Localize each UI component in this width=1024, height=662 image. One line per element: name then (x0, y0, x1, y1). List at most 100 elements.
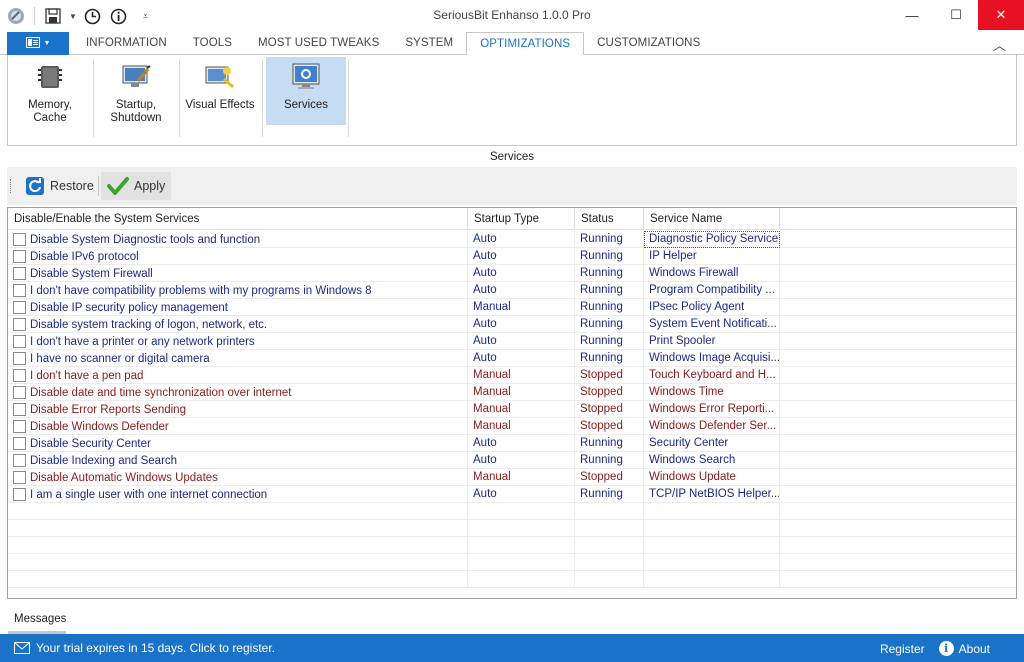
messages-tab[interactable]: Messages (8, 610, 68, 634)
table-row[interactable]: Disable System Firewall Auto Running Window… (8, 265, 1016, 282)
service-description-cell: I have no scanner or digital camera (8, 350, 468, 367)
status-cell: Running (575, 333, 644, 350)
about-link[interactable]: i About (938, 641, 990, 656)
envelope-icon (14, 642, 30, 654)
service-description-cell: I don't have compatibility problems with… (8, 282, 468, 299)
service-checkbox[interactable] (13, 403, 26, 416)
table-row[interactable]: I don't have compatibility problems with… (8, 282, 1016, 299)
service-description-cell: Disable Windows Defender (8, 418, 468, 435)
column-header-service-name[interactable]: Service Name (644, 208, 780, 230)
status-cell: Running (575, 248, 644, 265)
table-row[interactable]: Disable IP security policy management Man… (8, 299, 1016, 316)
service-checkbox[interactable] (13, 369, 26, 382)
service-checkbox[interactable] (13, 488, 26, 501)
status-cell (575, 503, 644, 520)
visual-effects-icon (205, 66, 234, 89)
table-row[interactable]: I am a single user with one internet con… (8, 486, 1016, 503)
table-row[interactable]: Disable Error Reports Sending Manual Stopp… (8, 401, 1016, 418)
status-cell: Running (575, 435, 644, 452)
service-checkbox[interactable] (13, 301, 26, 314)
service-description-text: Disable System Diagnostic tools and func… (30, 233, 261, 246)
tab-information[interactable]: INFORMATION (73, 32, 180, 55)
ribbon-separator (348, 59, 349, 137)
chevron-down-icon: ▼ (43, 40, 51, 47)
startup-type-cell (468, 520, 575, 537)
apply-label: Apply (134, 179, 166, 193)
service-description-cell (8, 571, 468, 588)
register-link[interactable]: Register (880, 642, 925, 656)
table-row[interactable]: I have no scanner or digital camera Auto R… (8, 350, 1016, 367)
service-description-text: Disable Error Reports Sending (30, 403, 186, 416)
toolbar-grip[interactable] (10, 179, 12, 193)
status-cell: Running (575, 452, 644, 469)
service-checkbox[interactable] (13, 233, 26, 246)
status-cell: Running (575, 282, 644, 299)
service-checkbox[interactable] (13, 267, 26, 280)
status-cell: Stopped (575, 401, 644, 418)
service-description-cell: Disable Error Reports Sending (8, 401, 468, 418)
visual-effects-button[interactable]: Visual Effects (185, 57, 255, 125)
service-description-cell: Disable IP security policy management (8, 299, 468, 316)
service-name-cell (644, 520, 780, 537)
table-row[interactable]: Disable system tracking of logon, networ… (8, 316, 1016, 333)
service-description-cell: Disable Indexing and Search (8, 452, 468, 469)
startup-type-cell: Manual (468, 384, 575, 401)
memory-cache-button[interactable]: Memory, Cache (18, 57, 82, 125)
service-checkbox[interactable] (13, 471, 26, 484)
service-checkbox[interactable] (13, 437, 26, 450)
table-row[interactable]: Disable System Diagnostic tools and func… (8, 231, 1016, 248)
service-description-cell (8, 554, 468, 571)
services-button[interactable]: Services (266, 57, 346, 125)
service-checkbox[interactable] (13, 318, 26, 331)
section-title: Services (489, 151, 535, 163)
service-checkbox[interactable] (13, 420, 26, 433)
trial-notice[interactable]: Your trial expires in 15 days. Click to … (14, 641, 275, 655)
minimize-button[interactable]: — (890, 0, 934, 30)
window-controls: — ☐ ✕ (890, 0, 1024, 30)
tab-customizations[interactable]: CUSTOMIZATIONS (584, 32, 713, 55)
service-checkbox[interactable] (13, 284, 26, 297)
service-description-text: I don't have a pen pad (30, 369, 144, 382)
column-header-startup-type[interactable]: Startup Type (468, 208, 575, 230)
status-cell: Stopped (575, 367, 644, 384)
startup-shutdown-button[interactable]: Startup, Shutdown (104, 57, 168, 125)
grid-header: Disable/Enable the System Services Start… (8, 208, 1016, 230)
close-button[interactable]: ✕ (978, 0, 1024, 30)
about-info-icon: i (938, 641, 954, 656)
restore-button[interactable]: Restore (19, 172, 100, 200)
column-header-status[interactable]: Status (575, 208, 644, 230)
service-checkbox[interactable] (13, 386, 26, 399)
service-checkbox[interactable] (13, 352, 26, 365)
tab-most-used-tweaks[interactable]: MOST USED TWEAKS (245, 32, 392, 55)
table-row[interactable]: Disable date and time synchronization ov… (8, 384, 1016, 401)
service-checkbox[interactable] (13, 335, 26, 348)
service-description-cell: I am a single user with one internet con… (8, 486, 468, 503)
collapse-ribbon-icon[interactable]: ︿ (993, 35, 1006, 54)
table-row[interactable]: I don't have a printer or any network pr… (8, 333, 1016, 350)
tab-optimizations[interactable]: OPTIMIZATIONS (466, 32, 585, 56)
service-name-cell: Windows Firewall (644, 265, 780, 282)
table-row[interactable]: Disable Indexing and Search Auto Running Wi… (8, 452, 1016, 469)
table-row[interactable]: Disable Windows Defender Manual Stopped Win… (8, 418, 1016, 435)
tab-tools[interactable]: TOOLS (180, 32, 245, 55)
column-header-description[interactable]: Disable/Enable the System Services (8, 208, 468, 230)
table-row[interactable]: Disable Security Center Auto Running Securi… (8, 435, 1016, 452)
table-row[interactable]: Disable IPv6 protocol Auto Running IP Helpe… (8, 248, 1016, 265)
empty-table-row (8, 520, 1016, 537)
startup-type-cell: Auto (468, 231, 575, 248)
service-checkbox[interactable] (13, 454, 26, 467)
startup-monitor-icon (122, 65, 151, 87)
service-description-text: I have no scanner or digital camera (30, 352, 210, 365)
apply-button[interactable]: Apply (101, 172, 172, 200)
service-name-cell: Touch Keyboard and H... (644, 367, 780, 384)
ribbon-tabs: INFORMATION TOOLS MOST USED TWEAKS SYSTE… (73, 32, 713, 56)
tab-system[interactable]: SYSTEM (392, 32, 466, 55)
table-row[interactable]: Disable Automatic Windows Updates Manual S… (8, 469, 1016, 486)
service-checkbox[interactable] (13, 250, 26, 263)
maximize-button[interactable]: ☐ (934, 0, 978, 30)
startup-type-cell: Manual (468, 401, 575, 418)
table-row[interactable]: I don't have a pen pad Manual Stopped Touch… (8, 367, 1016, 384)
ribbon-panel: Memory, Cache Startup, Shutdown Visual E… (7, 55, 1017, 146)
app-menu-button[interactable]: ▼ (7, 32, 69, 55)
service-description-cell (8, 520, 468, 537)
